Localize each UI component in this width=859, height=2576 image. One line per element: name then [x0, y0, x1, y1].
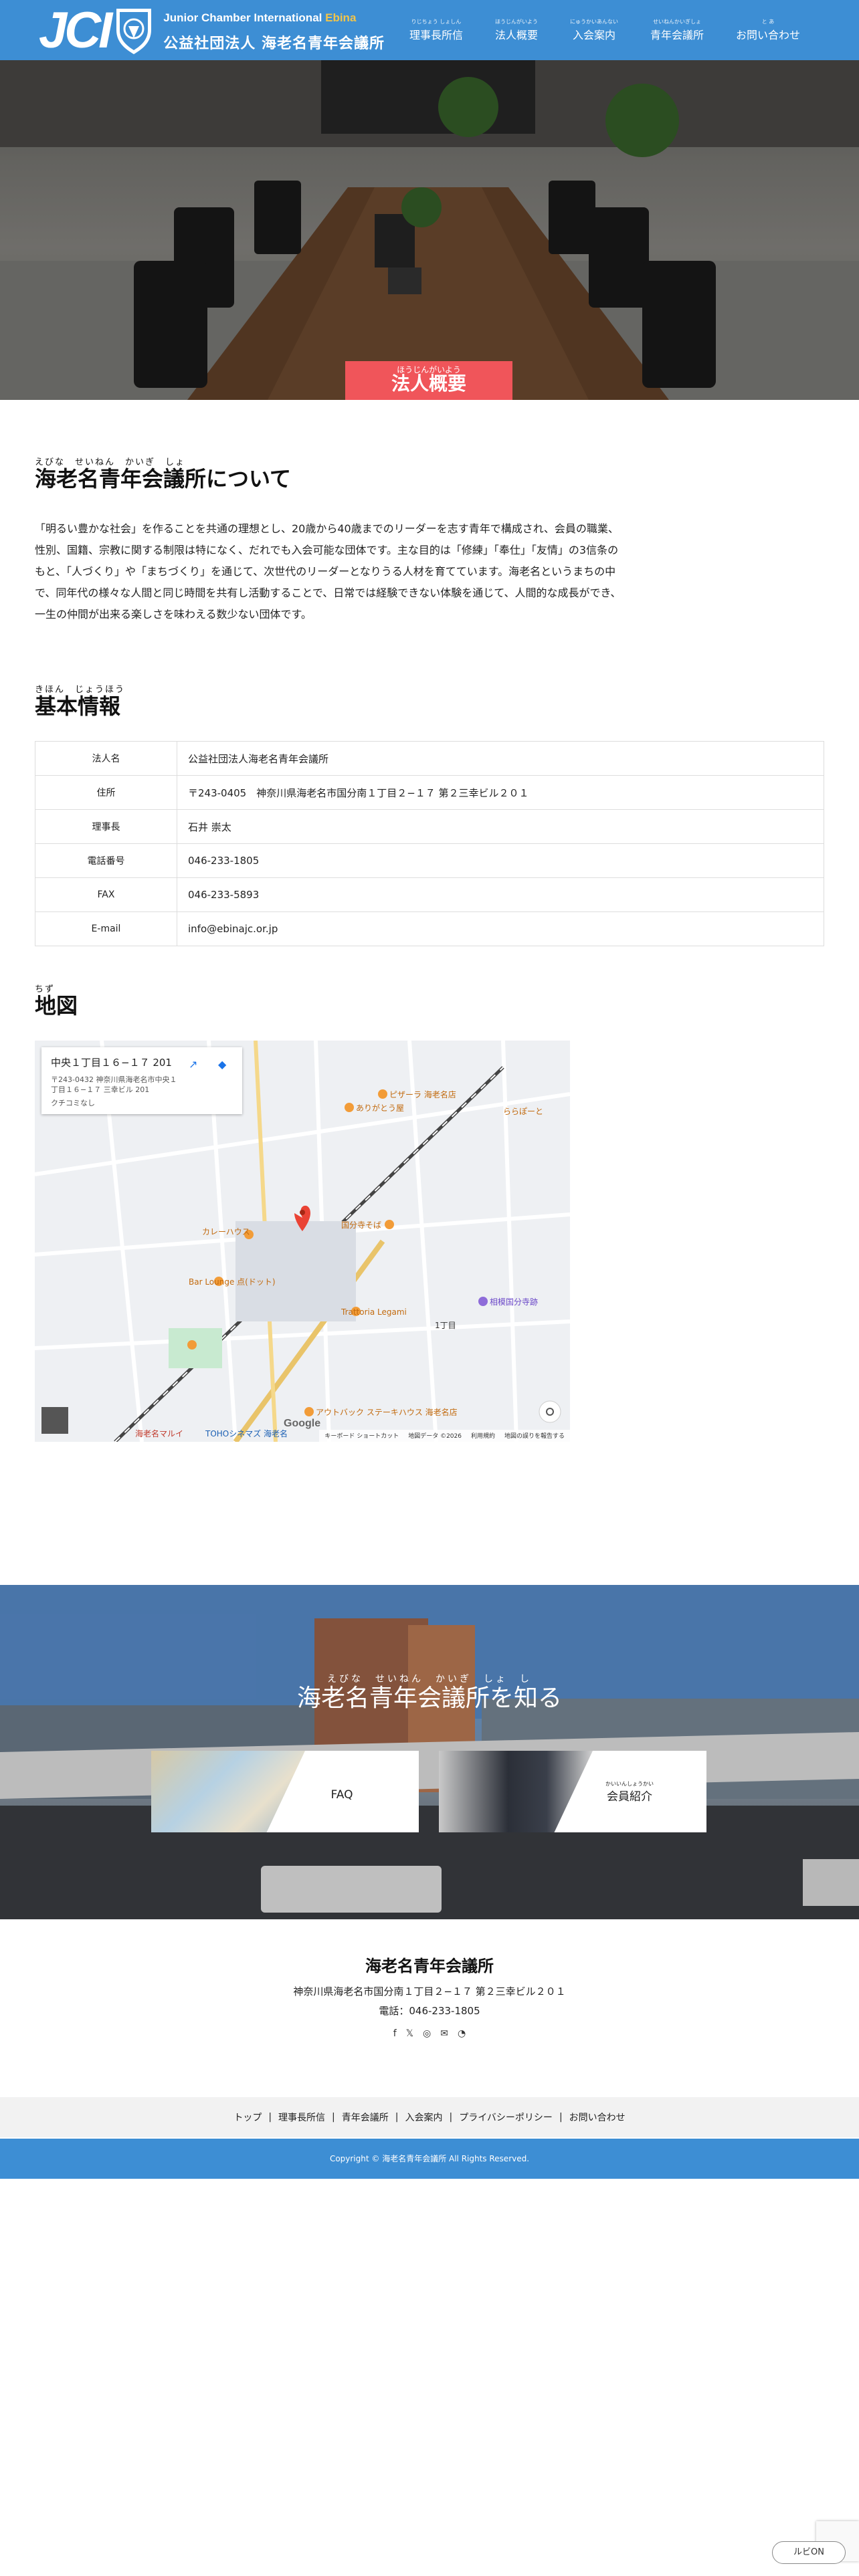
table-row: 理事長 石井 崇太: [35, 809, 824, 844]
footer-info: 海老名青年会議所 神奈川県海老名市国分南１丁目２−１７ 第２三幸ビル２０１ 電話…: [0, 1953, 859, 2039]
hero-banner: ほうじんがいよう 法人概要: [0, 60, 859, 400]
map-place[interactable]: ららぽーと: [503, 1107, 543, 1116]
nav-membership[interactable]: にゅうかいあんない 入会案内: [554, 0, 634, 60]
org-name-en-accent: Ebina: [325, 11, 357, 24]
map-place[interactable]: 国分寺そば: [341, 1220, 381, 1230]
social-links: f 𝕏 ◎ ✉ ◔: [0, 2028, 859, 2039]
station-background-image: [0, 1585, 859, 1919]
org-name-en: Junior Chamber International: [163, 11, 322, 24]
org-name-jp: 公益社団法人 海老名青年会議所: [163, 35, 385, 52]
nav-president-policy[interactable]: りじちょう しょしん 理事長所信: [393, 0, 479, 60]
facebook-icon[interactable]: f: [393, 2028, 397, 2039]
map-card-title: 中央１丁目１６−１７ 201: [51, 1057, 172, 1069]
nav-corporate-overview[interactable]: ほうじんがいよう 法人概要: [479, 0, 554, 60]
footer-tel: 電話：046-233-1805: [379, 2005, 480, 2017]
footer-address: 神奈川県海老名市国分南１丁目２−１７ 第２三幸ビル２０１: [293, 1985, 566, 1998]
map-place[interactable]: Bar Lounge 点(ドット): [189, 1277, 276, 1287]
directions-icon[interactable]: ◆: [218, 1058, 231, 1071]
nav-jc[interactable]: せいねんかいぎしょ 青年会議所: [634, 0, 720, 60]
map-footer: キーボード ショートカット 地図データ ©2026 利用規約 地図の誤りを報告す…: [319, 1430, 570, 1442]
site-logo[interactable]: JCI Junior Chamber International Ebina 公…: [39, 5, 385, 56]
footer-link-president[interactable]: 理事長所信: [278, 2111, 325, 2124]
map-place[interactable]: TOHOシネマズ 海老名: [205, 1428, 288, 1438]
google-logo: Google: [284, 1418, 321, 1429]
open-external-icon[interactable]: ↗: [189, 1058, 202, 1071]
map-place[interactable]: Trattoria Legami: [341, 1307, 407, 1317]
table-row: 法人名 公益社団法人海老名青年会議所: [35, 741, 824, 776]
table-row: 住所 〒243-0405 神奈川県海老名市国分南１丁目２−１７ 第２三幸ビル２０１: [35, 775, 824, 810]
know-heading: えびな せいねん かいぎ しょ し 海老名青年会議所を知る: [296, 1674, 562, 1712]
x-icon[interactable]: 𝕏: [406, 2028, 413, 2039]
map-terms-link[interactable]: 利用規約: [471, 1431, 495, 1440]
map-info-card: 中央１丁目１６−１７ 201 〒243-0432 神奈川県海老名市中央１丁目１６…: [41, 1047, 242, 1114]
shield-icon: [116, 9, 152, 54]
footer-link-jc[interactable]: 青年会議所: [342, 2111, 389, 2124]
footer-nav: トップ | 理事長所信 | 青年会議所 | 入会案内 | プライバシーポリシー | お問い…: [0, 2097, 859, 2137]
member-label: 会員紹介: [607, 1790, 652, 1804]
map-card-address: 〒243-0432 神奈川県海老名市中央１丁目１６−１７ 三幸ビル 201: [51, 1075, 177, 1094]
hero-title: ほうじんがいよう 法人概要: [345, 361, 512, 400]
map-card-reviews[interactable]: クチコミなし: [51, 1097, 233, 1108]
map-shortcuts-link[interactable]: キーボード ショートカット: [324, 1431, 399, 1440]
about-text: 「明るい豊かな社会」を作ることを共通の理想とし、20歳から40歳までのリーダーを…: [35, 522, 622, 621]
map-place[interactable]: 相模国分寺跡: [490, 1297, 538, 1307]
footer-link-membership[interactable]: 入会案内: [405, 2111, 442, 2124]
table-row: FAX 046-233-5893: [35, 877, 824, 912]
meeting-room-image: [0, 60, 859, 400]
mail-icon[interactable]: ✉: [440, 2028, 448, 2039]
map-place[interactable]: カレーハウス: [202, 1227, 250, 1237]
map-place[interactable]: アウトバック ステーキハウス 海老名店: [316, 1407, 458, 1417]
instagram-icon[interactable]: ◎: [423, 2028, 431, 2039]
embedded-map[interactable]: ありがとう屋 ピザーラ 海老名店 国分寺そば Bar Lounge 点(ドット)…: [35, 1041, 570, 1442]
map-place[interactable]: ピザーラ 海老名店: [389, 1089, 456, 1099]
map-place[interactable]: 海老名マルイ: [135, 1428, 183, 1438]
table-row: 電話番号 046-233-1805: [35, 843, 824, 878]
site-header: JCI Junior Chamber International Ebina 公…: [0, 0, 859, 60]
ruby-toggle-button[interactable]: ルビON: [772, 2541, 846, 2564]
faq-card[interactable]: FAQ: [151, 1751, 419, 1832]
know-section: えびな せいねん かいぎ しょ し 海老名青年会議所を知る FAQ かいいんしょ…: [0, 1585, 859, 1919]
basic-info-table: 法人名 公益社団法人海老名青年会議所 住所 〒243-0405 神奈川県海老名市国分…: [35, 741, 824, 946]
main-nav: りじちょう しょしん 理事長所信 ほうじんがいよう 法人概要 にゅうかいあんない 入会…: [393, 0, 816, 60]
nav-contact[interactable]: と あお問い合わせ: [720, 0, 816, 60]
rss-icon[interactable]: ◔: [458, 2028, 466, 2039]
footer-link-privacy[interactable]: プライバシーポリシー: [459, 2111, 553, 2124]
map-place[interactable]: ありがとう屋: [356, 1103, 404, 1113]
basic-info-heading: きほん じょうほう 基本情報: [35, 685, 126, 719]
map-data-credit: 地図データ ©2026: [408, 1433, 462, 1440]
copyright: Copyright © 海老名青年会議所 All Rights Reserved…: [0, 2139, 859, 2179]
logo-jci-text: JCI: [39, 2, 112, 59]
map-place: 1丁目: [435, 1321, 456, 1330]
faq-label: FAQ: [330, 1788, 353, 1802]
map-report-link[interactable]: 地図の誤りを報告する: [504, 1431, 565, 1440]
footer-link-contact[interactable]: お問い合わせ: [569, 2111, 626, 2124]
footer-org-name: 海老名青年会議所: [365, 1957, 494, 1975]
map-heading: ちず 地図: [35, 984, 78, 1018]
table-row: E-mail info@ebinajc.or.jp: [35, 911, 824, 946]
about-heading: えびな せいねん かいぎ しょ 海老名青年会議所について: [35, 457, 292, 492]
footer-link-top[interactable]: トップ: [233, 2111, 262, 2124]
member-card[interactable]: かいいんしょうかい 会員紹介: [439, 1751, 706, 1832]
